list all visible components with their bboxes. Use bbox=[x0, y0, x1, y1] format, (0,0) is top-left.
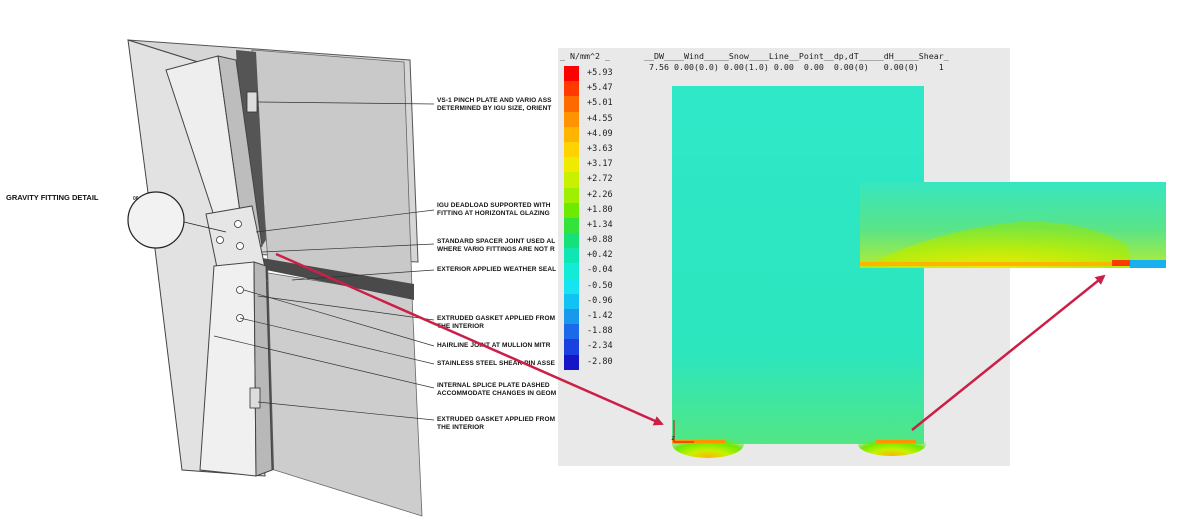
callout-splice-plate: INTERNAL SPLICE PLATE DASHED ACCOMMODATE… bbox=[437, 382, 557, 397]
callout-weather-seal: EXTERIOR APPLIED WEATHER SEAL bbox=[437, 266, 557, 273]
callout-igu-deadload: IGU DEADLOAD SUPPORTED WITH FITTING AT H… bbox=[437, 202, 551, 217]
callout-shear-pin: STAINLESS STEEL SHEAR PIN ASSE bbox=[437, 360, 556, 367]
shear-pin bbox=[216, 236, 224, 244]
stress-hotspot-left bbox=[672, 430, 744, 458]
zoom-peak-stress bbox=[1112, 260, 1130, 266]
glass-panel-lower bbox=[261, 271, 423, 517]
detail-title: GRAVITY FITTING DETAIL bbox=[6, 193, 99, 202]
callout-gasket-upper: EXTRUDED GASKET APPLIED FROM THE INTERIO… bbox=[437, 315, 556, 330]
axis-z-label: z bbox=[671, 434, 675, 442]
callout-spacer-joint: STANDARD SPACER JOINT USED AL WHERE VARI… bbox=[437, 238, 556, 253]
stress-hotspot-right bbox=[858, 432, 926, 456]
shear-pin bbox=[236, 242, 244, 250]
shear-pin bbox=[236, 286, 244, 294]
zoom-contour bbox=[860, 182, 1166, 268]
glass-panel-upper-face bbox=[251, 49, 413, 289]
gasket-clip bbox=[249, 387, 261, 409]
support-edge-right bbox=[876, 440, 916, 443]
callout-gasket-lower: EXTRUDED GASKET APPLIED FROM THE INTERIO… bbox=[437, 416, 556, 431]
callout-hairline-joint: HAIRLINE JOINT AT MULLION MITR bbox=[437, 342, 551, 349]
callout-pinch-plate: VS-1 PINCH PLATE AND VARIO ASS DETERMINE… bbox=[437, 97, 552, 112]
zoom-detail-view bbox=[860, 182, 1166, 268]
detail-id-label: 06 bbox=[133, 196, 139, 202]
shear-pin bbox=[234, 220, 242, 228]
pinch-plate-clip bbox=[246, 91, 258, 113]
